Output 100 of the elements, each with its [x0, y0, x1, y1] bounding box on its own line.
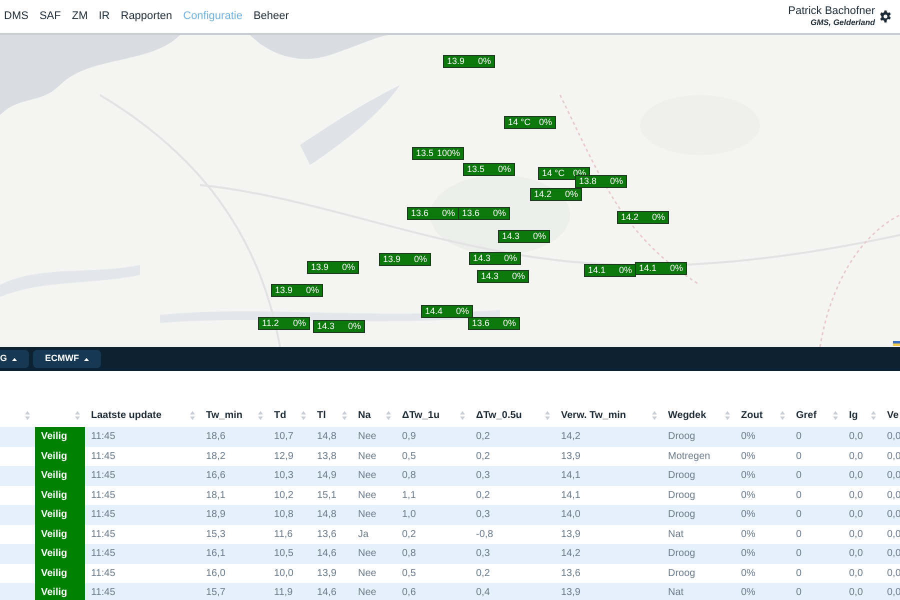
map-marker[interactable]: 13.9 0% — [443, 55, 495, 68]
table-cell: 15,3 — [200, 524, 268, 544]
marker-percent: 0% — [670, 264, 683, 273]
table-cell: 1,1 — [396, 486, 470, 505]
marker-percent: 0% — [342, 263, 355, 272]
table-cell: 16,1 — [200, 544, 268, 564]
sort-icon — [460, 411, 465, 420]
table-cell: Nee — [352, 564, 396, 583]
marker-percent: 0% — [492, 209, 506, 218]
nav-link[interactable]: Beheer — [253, 8, 289, 25]
table-cell: 10,0 — [268, 564, 311, 583]
column-header[interactable]: Na — [358, 408, 371, 423]
marker-percent: 0% — [610, 177, 623, 186]
table-cell: 11:45 — [85, 466, 200, 486]
marker-value: 14.2 — [621, 213, 639, 222]
model-dropdown[interactable]: G — [0, 350, 30, 368]
column-header[interactable]: Ve — [887, 408, 899, 423]
table-cell: 0% — [735, 544, 790, 564]
table-cell: 0% — [735, 446, 790, 466]
marker-value: 14.3 — [481, 272, 499, 281]
table-cell: 0,6 — [396, 583, 470, 600]
table-cell: Nee — [352, 583, 396, 600]
map-marker[interactable]: 14 °C 0% — [504, 116, 556, 129]
map-marker[interactable]: 14.4 0% — [421, 305, 473, 318]
map-marker[interactable]: 13.9 0% — [271, 284, 323, 297]
status-cell: Veilig — [35, 544, 85, 564]
column-header[interactable]: Laatste update — [91, 408, 162, 423]
marker-value: 13.9 — [275, 286, 293, 295]
sort-icon — [75, 411, 80, 420]
map-marker[interactable]: 13.9 0% — [379, 253, 431, 266]
table-cell: 0,0 — [843, 466, 881, 486]
table-cell: 0,0 — [843, 446, 881, 466]
marker-value: 14.4 — [425, 307, 443, 316]
marker-value: 13.5 — [467, 165, 485, 174]
table-cell: 14,2 — [555, 544, 662, 564]
table-cell: 13,9 — [555, 446, 662, 466]
sort-icon — [833, 411, 838, 420]
map-marker[interactable]: 13.6 0% — [468, 317, 520, 330]
column-header[interactable]: ΔTw_0.5u — [476, 408, 522, 423]
map-marker[interactable]: 14.1 0% — [584, 264, 636, 277]
marker-value: 14.3 — [473, 254, 491, 263]
table-cell: 13,9 — [555, 524, 662, 544]
column-header[interactable]: Verw. Tw_min — [561, 408, 626, 423]
column-header[interactable]: Zout — [741, 408, 763, 423]
table-cell: Droog — [662, 564, 735, 583]
map-marker[interactable]: 14.3 0% — [498, 230, 550, 243]
map-marker[interactable]: 14.2 0% — [530, 188, 582, 201]
settings-icon[interactable] — [879, 10, 892, 23]
map-marker[interactable]: 14.3 0% — [469, 252, 521, 265]
table-cell: Nee — [352, 505, 396, 524]
user-name: Patrick Bachofner — [788, 6, 875, 16]
map-marker[interactable]: 14.3 0% — [313, 320, 365, 333]
marker-value: 14 °C — [542, 169, 565, 178]
table-cell: 0% — [735, 505, 790, 524]
table-cell: 11:45 — [85, 505, 200, 524]
status-cell: Veilig — [35, 505, 85, 524]
column-header[interactable]: Wegdek — [668, 408, 706, 423]
map-marker[interactable]: 13.6 0% — [407, 207, 459, 220]
marker-percent: 0% — [292, 319, 306, 328]
map-marker[interactable]: 13.6 0% — [458, 207, 510, 220]
status-cell: Veilig — [35, 583, 85, 600]
marker-value: 14.1 — [588, 266, 606, 275]
column-header[interactable]: Ig — [849, 408, 858, 423]
marker-percent: 0% — [442, 209, 455, 218]
column-header[interactable]: Tw_min — [206, 408, 242, 423]
table-cell: 0,2 — [470, 564, 555, 583]
nav-link[interactable]: Rapporten — [120, 8, 172, 25]
table-cell: 15,1 — [311, 486, 352, 505]
table-cell: 0 — [790, 466, 843, 486]
marker-value: 13.6 — [411, 209, 429, 218]
nav-link[interactable]: DMS — [4, 8, 28, 25]
map-marker[interactable]: 14.1 0% — [635, 262, 687, 275]
table-cell: 11,6 — [268, 524, 311, 544]
nav-link[interactable]: ZM — [72, 8, 88, 25]
status-cell: Veilig — [35, 564, 85, 583]
column-header[interactable]: ΔTw_1u — [402, 408, 440, 423]
nav-link[interactable]: SAF — [39, 8, 61, 25]
table-cell: Nee — [352, 486, 396, 505]
map-marker[interactable]: 13.8 0% — [575, 175, 627, 188]
table-cell: Nat — [662, 583, 735, 600]
column-header[interactable]: Tl — [317, 408, 326, 423]
model-dropdown[interactable]: ECMWF — [33, 350, 102, 368]
status-cell: Veilig — [35, 427, 85, 446]
map-marker[interactable]: 14.3 0% — [477, 270, 529, 283]
column-header[interactable]: Gref — [796, 408, 817, 423]
map-marker[interactable]: 14.2 0% — [617, 211, 669, 224]
nav-link[interactable]: IR — [98, 8, 110, 25]
map-marker[interactable]: 13.5 100% — [412, 147, 464, 160]
sort-icon — [190, 411, 195, 420]
map-marker[interactable]: 11.2 0% — [258, 317, 310, 330]
sort-icon — [871, 411, 876, 420]
marker-value: 14.2 — [534, 190, 552, 199]
table-cell: 0,0 — [843, 505, 881, 524]
table-cell: 13,8 — [311, 446, 352, 466]
map-marker[interactable]: 13.5 0% — [463, 163, 515, 176]
map-marker[interactable]: 13.9 0% — [307, 261, 359, 274]
marker-value: 13.5 — [416, 149, 434, 158]
table-cell: 13,9 — [555, 583, 662, 600]
status-cell: Veilig — [35, 446, 85, 466]
column-header[interactable]: Td — [274, 408, 286, 423]
